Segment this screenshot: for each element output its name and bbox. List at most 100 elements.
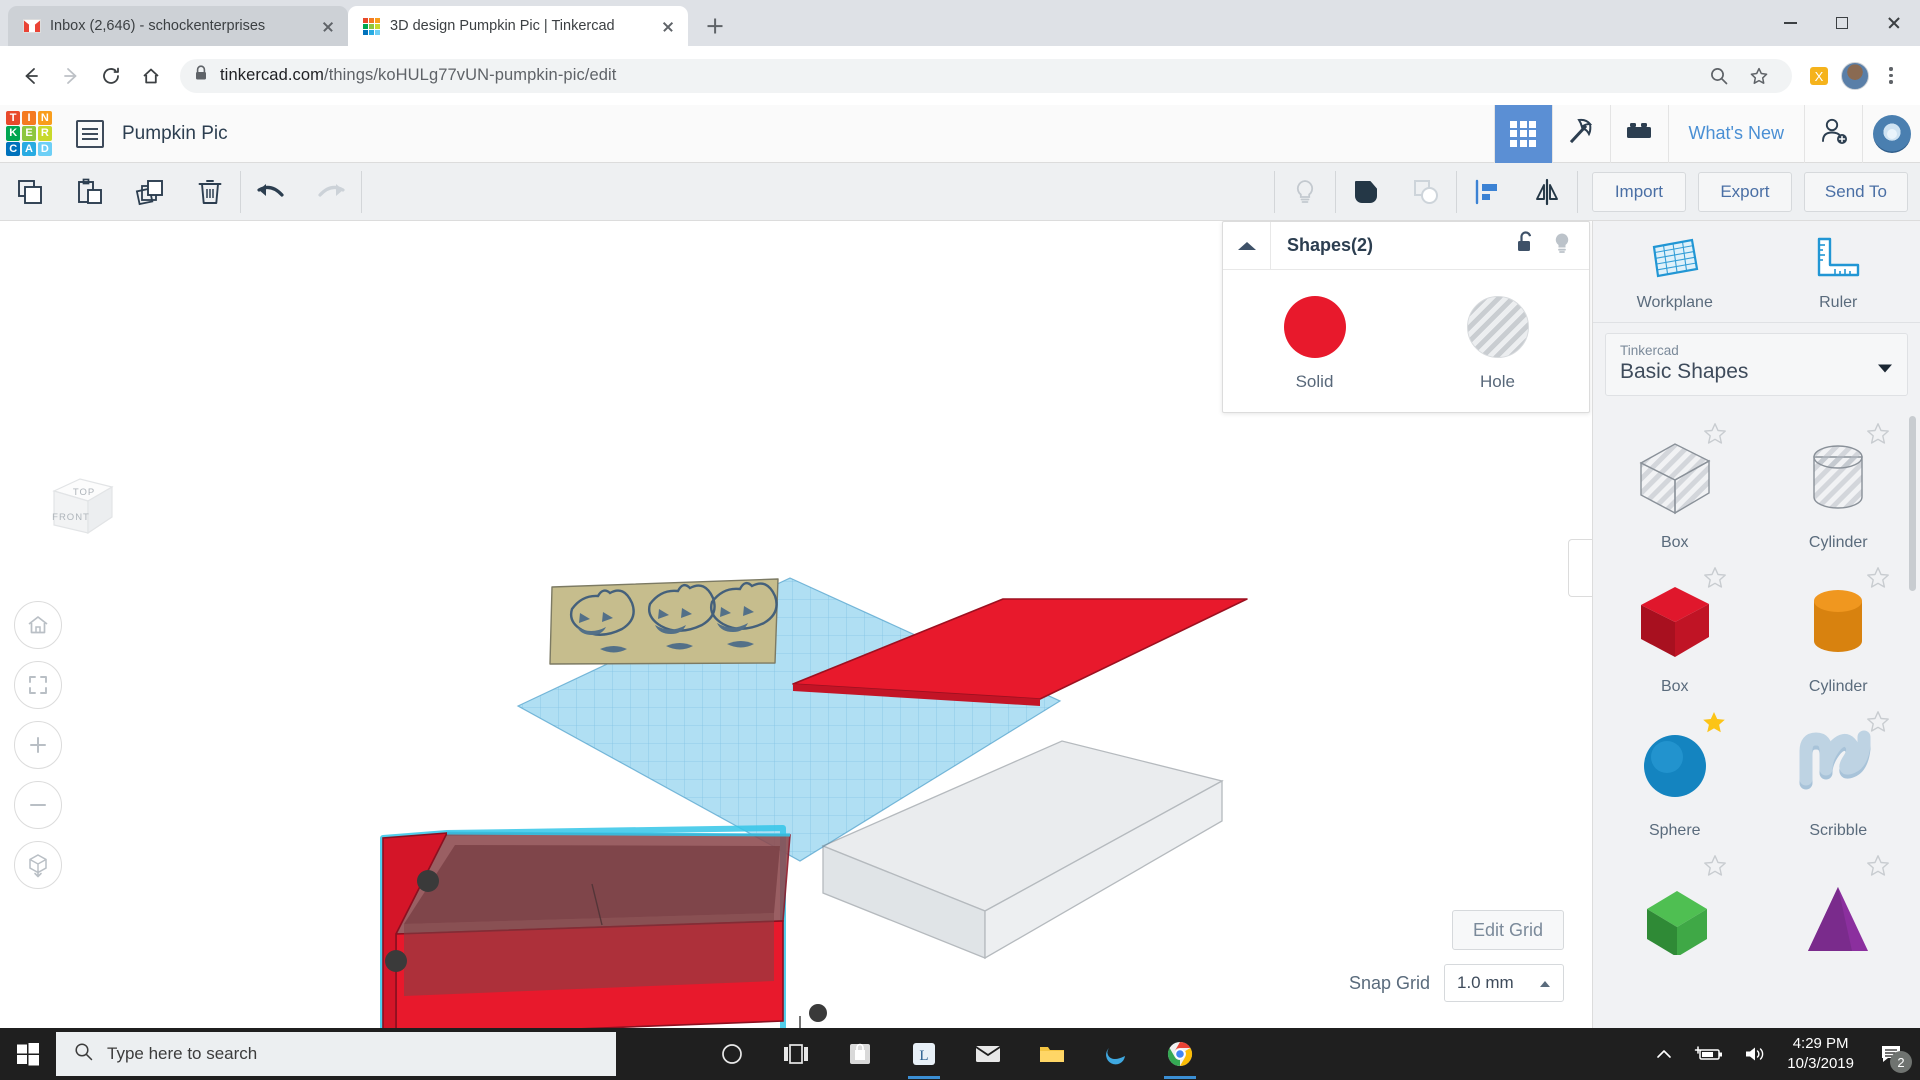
favorite-star-icon[interactable] <box>1866 566 1890 594</box>
taskbar-app-edge[interactable] <box>1088 1028 1144 1080</box>
taskbar-app-chrome[interactable] <box>1152 1028 1208 1080</box>
nav-minecraft[interactable] <box>1551 104 1610 163</box>
duplicate-button[interactable] <box>120 163 180 221</box>
lightbulb-icon[interactable] <box>1551 231 1573 260</box>
address-bar[interactable]: tinkercad.com/things/koHULg77vUN-pumpkin… <box>180 58 1792 93</box>
speaker-icon[interactable] <box>1743 1044 1767 1064</box>
shape-library-grid[interactable]: Box Cylinder Box Cylinder Sphere Scribbl… <box>1593 408 1920 1028</box>
shape-item-wedge[interactable] <box>1593 848 1757 974</box>
shape-item-hole-cylinder[interactable]: Cylinder <box>1757 416 1920 560</box>
shapes-popover-body: Solid Hole <box>1223 270 1589 412</box>
tinkercad-logo[interactable]: T I N K E R C A D <box>6 110 52 157</box>
browser-tab-gmail[interactable]: Inbox (2,646) - schockenterprises <box>8 6 348 46</box>
export-button[interactable]: Export <box>1697 171 1792 212</box>
taskbar-app-cortana[interactable] <box>704 1028 760 1080</box>
favorite-star-icon[interactable] <box>1866 854 1890 882</box>
favorite-star-icon[interactable] <box>1703 854 1727 882</box>
browser-menu-button[interactable] <box>1874 59 1908 93</box>
nav-3d-designs[interactable] <box>1493 104 1552 163</box>
taskbar-app-task-view[interactable] <box>768 1028 824 1080</box>
action-center-button[interactable]: 2 <box>1874 1037 1912 1073</box>
user-avatar[interactable] <box>1862 104 1920 163</box>
taskbar-apps: L <box>704 1028 1208 1080</box>
snap-grid-select[interactable]: 1.0 mm <box>1444 964 1564 1002</box>
svg-text:X: X <box>1815 69 1824 84</box>
extension-icon[interactable]: X <box>1802 59 1836 93</box>
favorite-star-icon[interactable] <box>1701 710 1727 740</box>
profile-avatar[interactable] <box>1838 59 1872 93</box>
shape-item-solid-box[interactable]: Box <box>1593 560 1757 704</box>
back-button[interactable] <box>12 57 50 95</box>
whats-new-link[interactable]: What's New <box>1667 104 1804 163</box>
design-canvas[interactable]: TOP FRONT Shapes(2) Solid Hole Edit Grid… <box>0 221 1592 1028</box>
shape-item-cone[interactable] <box>1757 848 1920 974</box>
send-to-button[interactable]: Send To <box>1803 171 1908 212</box>
taskbar-clock[interactable]: 4:29 PM 10/3/2019 <box>1787 1034 1854 1075</box>
main-area: TOP FRONT Shapes(2) Solid Hole Edit Grid… <box>0 221 1920 1028</box>
collapse-shapes-button[interactable] <box>1223 222 1271 269</box>
shape-row <box>1593 848 1920 974</box>
favorite-star-icon[interactable] <box>1703 422 1727 450</box>
favorite-star-icon[interactable] <box>1703 566 1727 594</box>
taskbar-app-lightroom[interactable]: L <box>896 1028 952 1080</box>
hole-option[interactable]: Hole <box>1406 296 1589 392</box>
library-owner: Tinkercad <box>1620 343 1679 358</box>
favorite-star-icon[interactable] <box>1866 422 1890 450</box>
shape-row: Sphere Scribble <box>1593 704 1920 848</box>
align-button[interactable] <box>1457 163 1517 221</box>
invite-people-button[interactable] <box>1804 104 1862 163</box>
new-tab-button[interactable] <box>698 9 732 43</box>
window-maximize-button[interactable] <box>1816 0 1868 46</box>
caret-down-icon <box>1877 360 1893 378</box>
lightbulb-button[interactable] <box>1275 163 1335 221</box>
bookmark-star-icon[interactable] <box>1742 59 1776 93</box>
show-hidden-icons-icon[interactable] <box>1655 1047 1673 1061</box>
shapes-popover-header: Shapes(2) <box>1223 222 1589 270</box>
favorite-star-icon[interactable] <box>1866 710 1890 738</box>
reload-button[interactable] <box>92 57 130 95</box>
shapes-count-title: Shapes(2) <box>1287 235 1374 255</box>
import-button[interactable]: Import <box>1591 171 1686 212</box>
unlock-icon[interactable] <box>1515 231 1537 260</box>
tab-close-icon[interactable] <box>658 16 678 36</box>
taskbar-app-microsoft-store[interactable] <box>832 1028 888 1080</box>
shape-item-solid-cylinder[interactable]: Cylinder <box>1757 560 1920 704</box>
mirror-button[interactable] <box>1517 163 1577 221</box>
browser-tab-tinkercad[interactable]: 3D design Pumpkin Pic | Tinkercad <box>348 6 688 46</box>
notification-count-badge: 2 <box>1890 1051 1912 1073</box>
library-select-wrap: Tinkercad Basic Shapes <box>1593 323 1920 408</box>
taskbar-search-box[interactable]: Type here to search <box>56 1032 616 1076</box>
windows-start-button[interactable] <box>0 1028 56 1080</box>
hole-color-swatch[interactable] <box>1466 296 1529 358</box>
window-minimize-button[interactable] <box>1764 0 1816 46</box>
ungroup-button[interactable] <box>1396 163 1456 221</box>
redo-button[interactable] <box>301 163 361 221</box>
panel-expand-handle[interactable]: chevron-right-icon <box>1568 539 1592 597</box>
solid-color-swatch[interactable] <box>1283 296 1346 358</box>
taskbar-app-file-explorer[interactable] <box>1024 1028 1080 1080</box>
paste-button[interactable] <box>60 163 120 221</box>
shape-item-scribble[interactable]: Scribble <box>1757 704 1920 848</box>
window-close-button[interactable] <box>1868 0 1920 46</box>
zoom-icon[interactable] <box>1702 59 1736 93</box>
delete-button[interactable] <box>180 163 240 221</box>
document-list-icon[interactable] <box>76 119 104 148</box>
tab-close-icon[interactable] <box>318 16 338 36</box>
group-button[interactable] <box>1336 163 1396 221</box>
forward-button[interactable] <box>52 57 90 95</box>
undo-button[interactable] <box>241 163 301 221</box>
battery-charging-icon[interactable] <box>1693 1045 1723 1063</box>
ruler-tool[interactable]: Ruler <box>1757 221 1920 322</box>
hole-label: Hole <box>1480 372 1515 391</box>
nav-circuits-blocks[interactable] <box>1609 104 1668 163</box>
home-button[interactable] <box>132 57 170 95</box>
copy-button[interactable] <box>0 163 60 221</box>
edit-grid-button[interactable]: Edit Grid <box>1451 910 1564 950</box>
shape-library-select[interactable]: Tinkercad Basic Shapes <box>1605 333 1908 396</box>
workplane-tool[interactable]: Workplane <box>1593 221 1757 322</box>
taskbar-app-mail[interactable] <box>960 1028 1016 1080</box>
solid-option[interactable]: Solid <box>1223 296 1406 392</box>
shape-item-sphere[interactable]: Sphere <box>1593 704 1757 848</box>
shape-item-hole-box[interactable]: Box <box>1593 416 1757 560</box>
snap-grid-label: Snap Grid <box>1348 972 1430 993</box>
